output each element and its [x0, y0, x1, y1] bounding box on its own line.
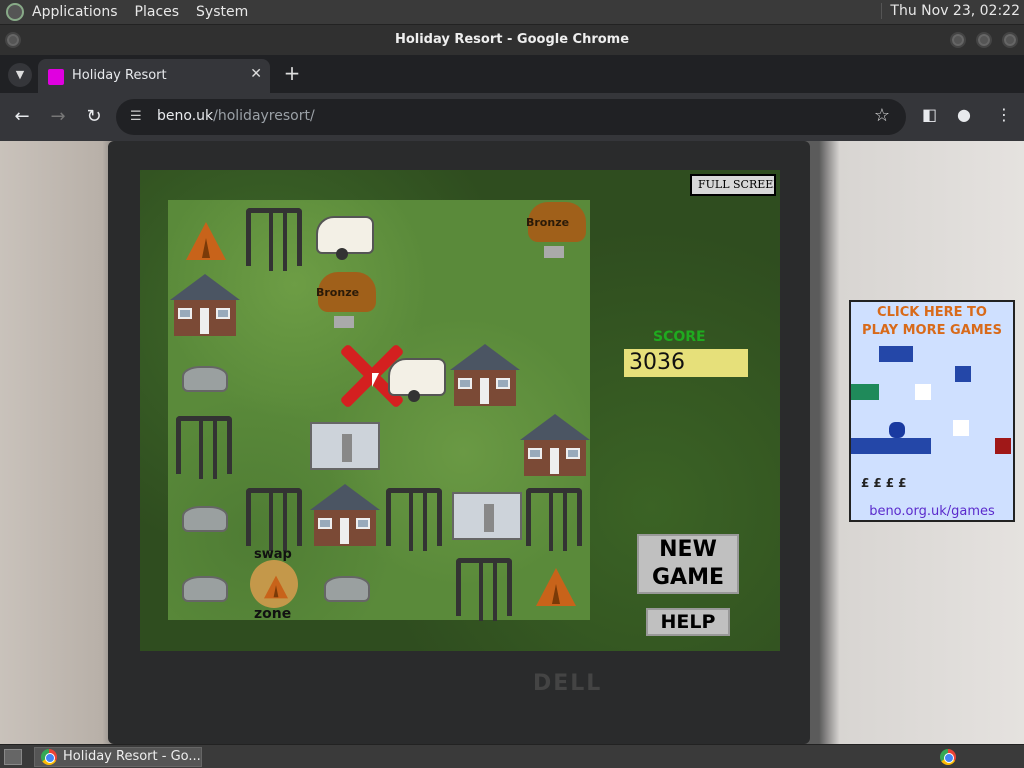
- trophy-label: Bronze: [526, 216, 570, 229]
- show-desktop-icon[interactable]: [4, 749, 22, 765]
- full-screen-button[interactable]: FULL SCREEN: [690, 174, 776, 196]
- chrome-tray-icon[interactable]: [940, 749, 956, 765]
- page-viewport: DELL Bronze Bronze swap zone FULL SCREEN…: [0, 141, 1024, 744]
- laptop-logo: DELL: [533, 671, 603, 696]
- more-menu-icon[interactable]: ⋮: [996, 105, 1012, 124]
- swing-frame-icon[interactable]: [246, 208, 302, 271]
- minimize-button[interactable]: [950, 32, 966, 48]
- more-games-ad[interactable]: CLICK HERE TO PLAY MORE GAMES ££££ beno.…: [849, 300, 1015, 522]
- new-tab-button[interactable]: +: [280, 62, 304, 86]
- tab-close-icon[interactable]: ✕: [250, 66, 262, 82]
- taskbar-chrome-window[interactable]: Holiday Resort - Go...: [34, 747, 202, 767]
- rock-icon[interactable]: [182, 506, 228, 532]
- mobile-home-icon[interactable]: [310, 422, 380, 470]
- applications-menu[interactable]: Applications: [24, 4, 127, 20]
- ad-block: [851, 438, 931, 454]
- house-icon[interactable]: [310, 484, 380, 546]
- tab-title: Holiday Resort: [72, 68, 167, 83]
- ad-block: [953, 420, 969, 436]
- taskbar: Holiday Resort - Go...: [0, 744, 1024, 768]
- distro-logo-icon[interactable]: [6, 3, 24, 21]
- tab-search-dropdown-button[interactable]: ▼: [8, 63, 32, 87]
- chrome-icon: [41, 749, 57, 765]
- caravan-icon[interactable]: [316, 216, 374, 260]
- close-window-button[interactable]: [1002, 32, 1018, 48]
- zone-label: zone: [254, 606, 292, 622]
- maximize-button[interactable]: [976, 32, 992, 48]
- score-label: SCORE: [653, 329, 706, 345]
- swing-frame-icon[interactable]: [526, 488, 582, 551]
- url-text[interactable]: beno.uk/holidayresort/: [157, 108, 315, 124]
- top-panel: Applications Places System Thu Nov 23, 0…: [0, 0, 1024, 25]
- coins-icon: ££££: [861, 476, 911, 490]
- bronze-trophy-icon[interactable]: Bronze: [522, 202, 588, 264]
- tab-holiday-resort[interactable]: Holiday Resort ✕: [38, 59, 270, 93]
- swing-frame-icon[interactable]: [456, 558, 512, 621]
- house-icon[interactable]: [450, 344, 520, 406]
- url-path: /holidayresort/: [213, 108, 315, 124]
- bronze-trophy-icon[interactable]: Bronze: [312, 272, 378, 334]
- mouse-cursor-icon: [372, 373, 379, 387]
- ad-block: [879, 346, 913, 362]
- task-label: Holiday Resort - Go...: [63, 749, 201, 764]
- ad-link[interactable]: beno.org.uk/games: [851, 504, 1013, 519]
- help-button[interactable]: HELP: [646, 608, 730, 636]
- new-game-button[interactable]: NEW GAME: [637, 534, 739, 594]
- site-info-icon[interactable]: ☰: [130, 109, 142, 124]
- ad-block: [851, 384, 879, 400]
- url-host: beno.uk: [157, 108, 214, 124]
- back-arrow-icon[interactable]: ←: [10, 105, 34, 129]
- ad-block: [915, 384, 931, 400]
- swing-frame-icon[interactable]: [176, 416, 232, 479]
- ad-title-line2: PLAY MORE GAMES: [862, 323, 1002, 338]
- swap-label: swap: [254, 547, 292, 562]
- rock-icon[interactable]: [182, 576, 228, 602]
- tent-icon[interactable]: [536, 568, 576, 606]
- mobile-home-icon[interactable]: [452, 492, 522, 540]
- swing-frame-icon[interactable]: [246, 488, 302, 551]
- places-menu[interactable]: Places: [127, 4, 189, 20]
- tent-icon[interactable]: [186, 222, 226, 260]
- swing-frame-icon[interactable]: [386, 488, 442, 551]
- new-game-label-line2: GAME: [651, 565, 724, 590]
- house-icon[interactable]: [520, 414, 590, 476]
- player-sprite-icon: [889, 422, 905, 438]
- window-titlebar[interactable]: Holiday Resort - Google Chrome: [0, 25, 1024, 55]
- new-game-label-line1: NEW: [659, 537, 717, 562]
- rock-icon[interactable]: [324, 576, 370, 602]
- profile-icon[interactable]: ●: [957, 105, 971, 124]
- window-title: Holiday Resort - Google Chrome: [394, 32, 630, 47]
- caravan-icon[interactable]: [388, 358, 446, 402]
- trophy-label: Bronze: [316, 286, 360, 299]
- rock-icon[interactable]: [182, 366, 228, 392]
- forward-arrow-icon[interactable]: →: [46, 105, 70, 129]
- house-icon[interactable]: [170, 274, 240, 336]
- site-favicon-icon: [48, 69, 64, 85]
- address-bar[interactable]: ☰ beno.uk/holidayresort/ ☆: [116, 99, 906, 135]
- bookmark-star-icon[interactable]: ☆: [874, 105, 890, 126]
- ad-block: [955, 366, 971, 382]
- side-panel-icon[interactable]: ◧: [922, 105, 937, 124]
- tent-icon: [264, 575, 288, 599]
- game-canvas[interactable]: Bronze Bronze swap zone FULL SCREEN SCOR…: [140, 170, 780, 651]
- clock[interactable]: Thu Nov 23, 02:22: [881, 3, 1020, 19]
- ad-title: CLICK HERE TO PLAY MORE GAMES: [851, 304, 1013, 340]
- reload-icon[interactable]: ↻: [82, 105, 106, 129]
- score-value: 3036: [624, 349, 748, 377]
- ad-title-line1: CLICK HERE TO: [877, 305, 987, 320]
- window-menu-button[interactable]: [5, 32, 21, 48]
- system-menu[interactable]: System: [188, 4, 257, 20]
- tab-strip: ▼ Holiday Resort ✕ +: [0, 55, 1024, 93]
- enemy-sprite-icon: [995, 438, 1011, 454]
- browser-toolbar: ← → ↻ ☰ beno.uk/holidayresort/ ☆ ◧ ● ⋮: [0, 93, 1024, 141]
